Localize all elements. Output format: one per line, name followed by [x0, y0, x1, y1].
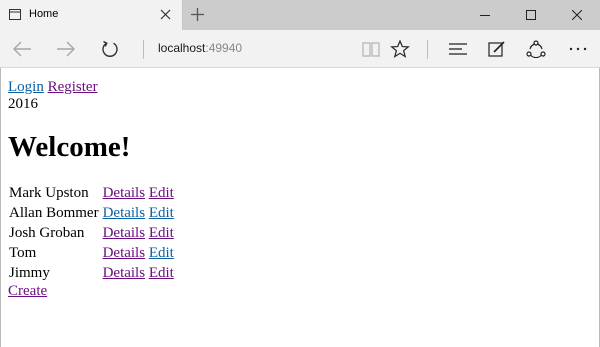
toolbar-separator [427, 40, 428, 59]
browser-title-bar: Home [0, 0, 600, 30]
viewport-left-border [0, 68, 1, 347]
browser-tab[interactable]: Home [0, 0, 183, 30]
table-row: Tom Details Edit [8, 244, 175, 262]
address-port: :49940 [205, 41, 243, 55]
account-nav: Login Register [8, 79, 588, 95]
edit-link[interactable]: Edit [149, 225, 174, 241]
share-icon[interactable] [526, 40, 546, 58]
person-name: Tom [9, 245, 37, 261]
register-link[interactable]: Register [48, 79, 98, 95]
details-link[interactable]: Details [103, 225, 146, 241]
people-table: Mark Upston Details Edit Allan Bommer De… [6, 182, 177, 284]
minimize-button[interactable] [462, 0, 508, 30]
login-link[interactable]: Login [8, 79, 44, 95]
details-link[interactable]: Details [103, 265, 146, 281]
more-options-icon[interactable] [568, 40, 588, 58]
address-separator [143, 40, 144, 59]
favorite-star-icon[interactable] [390, 40, 410, 58]
year-text: 2016 [8, 96, 38, 112]
row-actions: Details Edit [102, 184, 175, 202]
page-heading: Welcome! [8, 131, 131, 163]
hub-icon[interactable] [448, 40, 468, 58]
person-name: Mark Upston [9, 185, 89, 201]
maximize-icon [526, 10, 536, 20]
create-link[interactable]: Create [8, 283, 588, 299]
minimize-icon [480, 15, 490, 16]
edit-link[interactable]: Edit [149, 185, 174, 201]
details-link[interactable]: Details [103, 245, 146, 261]
back-arrow-icon[interactable] [12, 40, 32, 58]
refresh-icon[interactable] [100, 40, 120, 58]
address-host: localhost [158, 41, 206, 55]
table-row: Mark Upston Details Edit [8, 184, 175, 202]
details-link[interactable]: Details [103, 205, 146, 221]
row-actions: Details Edit [102, 264, 175, 282]
table-row: Allan Bommer Details Edit [8, 204, 175, 222]
browser-toolbar [0, 30, 600, 68]
table-row: Josh Groban Details Edit [8, 224, 175, 242]
new-tab-icon[interactable] [191, 8, 204, 21]
maximize-button[interactable] [508, 0, 554, 30]
tab-title: Home [29, 8, 59, 20]
address-bar[interactable]: localhost:49940 [158, 41, 242, 55]
close-window-button[interactable] [554, 0, 600, 30]
table-row: Jimmy Details Edit [8, 264, 175, 282]
close-tab-icon[interactable] [160, 9, 171, 20]
edit-link[interactable]: Edit [149, 205, 174, 221]
edit-link[interactable]: Edit [149, 265, 174, 281]
forward-arrow-icon[interactable] [56, 40, 76, 58]
row-actions: Details Edit [102, 244, 175, 262]
person-name: Allan Bommer [9, 205, 99, 221]
details-link[interactable]: Details [103, 185, 146, 201]
page-content: Login Register 2016 Welcome! Mark Upston… [8, 79, 588, 299]
web-note-icon[interactable] [487, 40, 507, 58]
page-icon [9, 9, 21, 20]
person-name: Jimmy [9, 265, 50, 281]
person-name: Josh Groban [9, 225, 85, 241]
row-actions: Details Edit [102, 204, 175, 222]
close-icon [572, 10, 582, 20]
row-actions: Details Edit [102, 224, 175, 242]
edit-link[interactable]: Edit [149, 245, 174, 261]
reading-view-icon[interactable] [361, 40, 381, 58]
